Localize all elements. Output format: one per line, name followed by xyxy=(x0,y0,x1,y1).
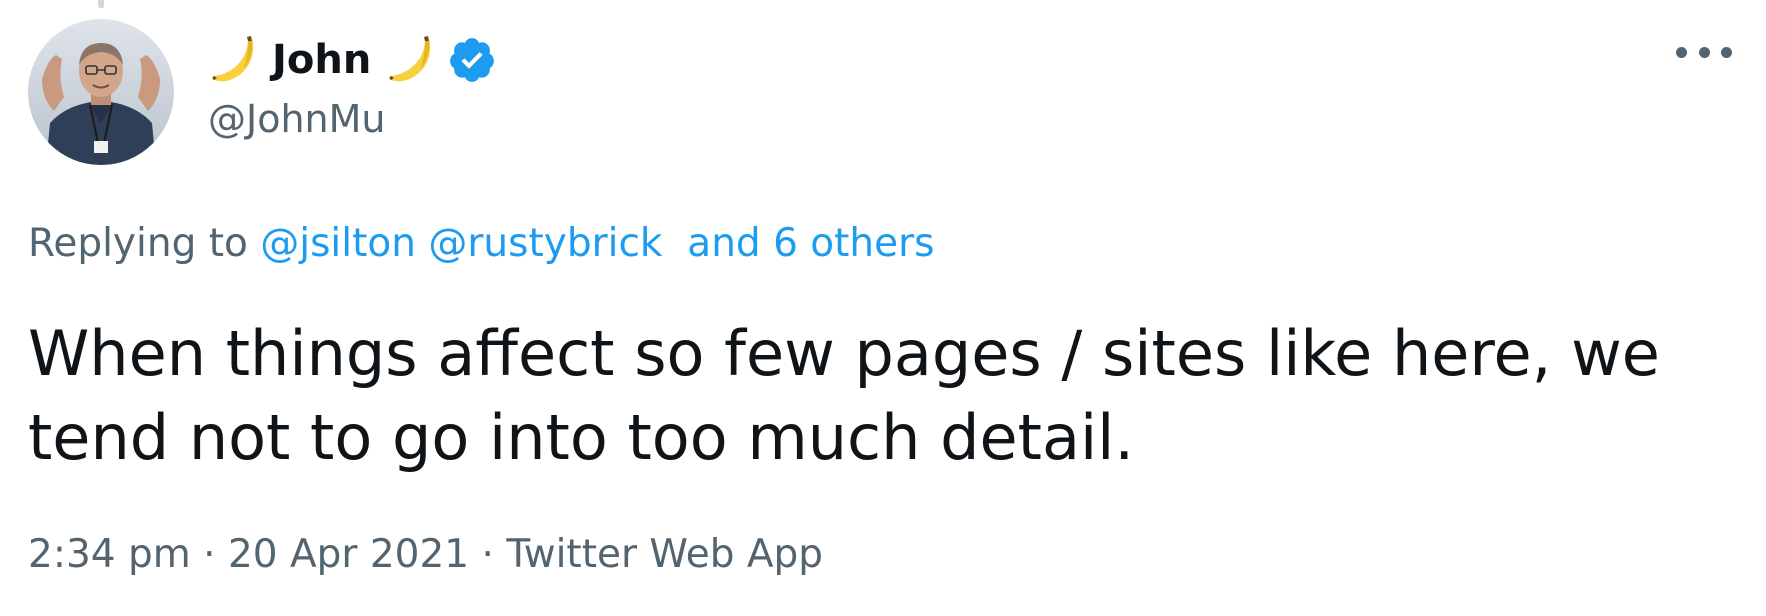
banana-icon xyxy=(208,34,258,86)
mention-link-rustybrick[interactable]: @rustybrick xyxy=(428,221,662,266)
tweet-date-link[interactable]: 20 Apr 2021 xyxy=(228,532,469,577)
dot xyxy=(1698,46,1710,58)
mention-link-jsilton[interactable]: @jsilton xyxy=(260,221,416,266)
avatar[interactable] xyxy=(28,19,174,165)
tweet-metadata: 2:34 pm · 20 Apr 2021 · Twitter Web App xyxy=(28,529,823,581)
author-handle[interactable]: @JohnMu xyxy=(208,94,386,144)
dot xyxy=(1721,46,1732,58)
more-options-icon[interactable] xyxy=(1676,32,1732,72)
author-display-name[interactable]: John xyxy=(272,34,371,86)
verified-badge-icon[interactable] xyxy=(447,35,497,85)
tweet-text: When things affect so few pages / sites … xyxy=(28,317,1660,474)
separator: · xyxy=(481,532,494,577)
separator: · xyxy=(203,532,216,577)
others-link[interactable]: and 6 others xyxy=(687,221,934,266)
tweet-time-link[interactable]: 2:34 pm xyxy=(28,532,191,577)
avatar-photo xyxy=(28,19,174,165)
author-name-row[interactable]: John xyxy=(208,30,497,90)
thread-connector-line xyxy=(98,0,104,8)
tweet-source-link[interactable]: Twitter Web App xyxy=(506,532,823,577)
banana-icon xyxy=(385,34,435,86)
dot xyxy=(1676,46,1687,58)
replying-to-label: Replying to xyxy=(28,221,248,266)
reply-context: Replying to @jsilton @rustybrick and 6 o… xyxy=(28,218,935,270)
